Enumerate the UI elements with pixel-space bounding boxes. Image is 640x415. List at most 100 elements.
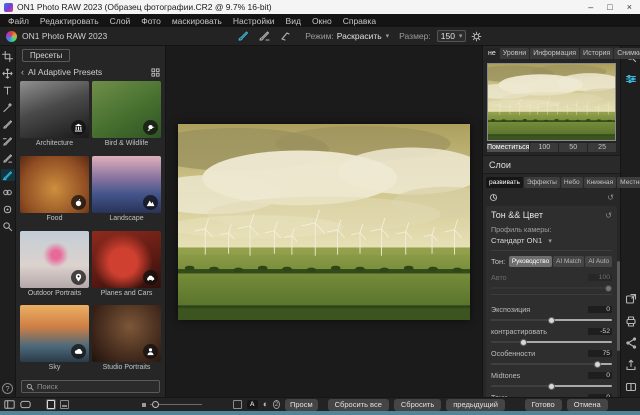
slider-value[interactable]: 0 <box>588 394 612 397</box>
preset-sky[interactable]: Sky <box>20 305 89 376</box>
tab-portrait[interactable]: Книжная <box>584 177 616 188</box>
grid-view-icon[interactable] <box>151 68 160 77</box>
zoom-tool-icon[interactable] <box>1 220 15 232</box>
split-preview-icon[interactable]: ◐ <box>263 400 268 409</box>
wand-tool-icon[interactable] <box>1 101 15 113</box>
navigator-preview[interactable] <box>487 63 616 141</box>
brush-size-field[interactable]: 150 ▾ <box>437 30 467 42</box>
tab-navigator[interactable]: не <box>485 48 499 59</box>
brush-tool-icon[interactable] <box>1 118 15 130</box>
reset-button[interactable]: Сбросить <box>394 399 441 411</box>
zoom-50-button[interactable]: 50 <box>559 143 587 152</box>
midtones-slider-track[interactable] <box>491 385 612 387</box>
menu-help[interactable]: Справка <box>343 16 376 26</box>
help-button[interactable]: ? <box>2 383 13 394</box>
close-button[interactable]: × <box>627 1 632 13</box>
preset-food[interactable]: Food <box>20 156 89 227</box>
tone-guided-button[interactable]: Руководство <box>509 256 552 267</box>
filmstrip-view-icon[interactable] <box>60 400 69 409</box>
refine-brush-icon[interactable] <box>256 30 271 43</box>
menu-file[interactable]: Файл <box>8 16 29 26</box>
export-window-icon[interactable] <box>624 292 638 305</box>
zoom-slider-knob[interactable] <box>152 401 159 408</box>
slider-knob[interactable] <box>605 285 612 292</box>
highlights-slider-track[interactable] <box>491 363 612 365</box>
dual-view-icon[interactable] <box>624 380 638 393</box>
tone-color-reset-icon[interactable]: ↺ <box>605 211 612 220</box>
healing-tool-icon[interactable] <box>1 203 15 215</box>
preset-planes-cars[interactable]: Planes and Cars <box>92 231 161 302</box>
preset-studio-portraits[interactable]: Studio Portraits <box>92 305 161 376</box>
chevron-down-icon[interactable]: ▾ <box>386 32 390 40</box>
gradient-brush-tool-icon[interactable] <box>1 152 15 164</box>
thumbnail-zoom-slider[interactable] <box>142 403 202 407</box>
zoom-25-button[interactable]: 25 <box>588 143 616 152</box>
compare-frame-icon[interactable] <box>233 400 242 409</box>
preset-bird-wildlife[interactable]: Bird & Wildlife <box>92 81 161 152</box>
tone-ai-auto-button[interactable]: AI Auto <box>585 256 612 267</box>
slider-value[interactable]: -52 <box>588 328 612 335</box>
auto-slider-track[interactable] <box>491 287 612 289</box>
menu-view[interactable]: Вид <box>286 16 301 26</box>
tab-develop[interactable]: развивать <box>486 177 523 188</box>
filmstrip-panel-toggle-icon[interactable] <box>20 400 31 410</box>
search-input[interactable] <box>37 382 155 391</box>
previous-button[interactable]: предыдущий <box>446 399 505 411</box>
zoom-100-button[interactable]: 100 <box>530 143 558 152</box>
chisel-tool-icon[interactable] <box>277 30 292 43</box>
text-tool-icon[interactable] <box>1 84 15 96</box>
masking-brush-tool-icon-active[interactable] <box>1 169 15 181</box>
menu-window[interactable]: Окно <box>312 16 332 26</box>
menu-mask[interactable]: маскировать <box>172 16 222 26</box>
slider-value[interactable]: 100 <box>588 274 612 281</box>
menu-photo[interactable]: Фото <box>141 16 161 26</box>
slider-knob[interactable] <box>594 361 601 368</box>
minimize-button[interactable]: – <box>588 1 593 13</box>
tab-snapshots[interactable]: Снимки <box>614 48 640 59</box>
cancel-button[interactable]: Отмена <box>567 399 608 411</box>
size-chevron-icon[interactable]: ▾ <box>459 32 463 40</box>
gear-icon[interactable] <box>469 30 484 43</box>
zoom-fit-button[interactable]: Поместиться <box>487 143 529 152</box>
contrast-slider-track[interactable] <box>491 341 612 343</box>
preview-button[interactable]: Просм <box>285 399 318 411</box>
panel-scrollbar[interactable] <box>617 261 620 351</box>
crop-tool-icon[interactable] <box>1 50 15 62</box>
tab-info[interactable]: Информация <box>530 48 579 59</box>
slider-value[interactable]: 0 <box>588 306 612 313</box>
slider-value[interactable]: 0 <box>588 372 612 379</box>
done-button[interactable]: Готово <box>525 399 562 411</box>
reset-section-icon[interactable]: ↺ <box>607 193 614 202</box>
canvas-area[interactable] <box>166 46 482 397</box>
tab-effects[interactable]: Эффекты <box>524 177 560 188</box>
tab-history[interactable]: История <box>580 48 613 59</box>
tone-color-title[interactable]: Тон && Цвет <box>491 210 543 220</box>
preset-architecture[interactable]: Architecture <box>20 81 89 152</box>
print-icon[interactable] <box>624 314 638 327</box>
clone-tool-icon[interactable] <box>1 186 15 198</box>
tab-levels[interactable]: Уровни <box>500 48 529 59</box>
single-view-icon[interactable] <box>47 400 56 409</box>
preset-outdoor-portraits[interactable]: Outdoor Portraits <box>20 231 89 302</box>
exposure-slider-track[interactable] <box>491 319 612 321</box>
tab-local[interactable]: Местный <box>617 177 640 188</box>
menu-layer[interactable]: Слой <box>110 16 131 26</box>
mask-brush-icon[interactable] <box>235 30 250 43</box>
mode-value[interactable]: Раскрасить <box>337 31 382 41</box>
menu-settings[interactable]: Настройки <box>233 16 275 26</box>
edit-module-icon-active[interactable] <box>624 72 638 85</box>
move-tool-icon[interactable] <box>1 67 15 79</box>
left-panel-toggle-icon[interactable] <box>4 400 15 410</box>
slider-knob[interactable] <box>520 339 527 346</box>
slider-value[interactable]: 75 <box>588 350 612 357</box>
maximize-button[interactable]: □ <box>607 1 612 13</box>
layers-panel-title[interactable]: Слои <box>483 155 620 174</box>
share-icon[interactable] <box>624 336 638 349</box>
back-chevron-icon[interactable]: ‹ <box>21 67 24 77</box>
slider-knob[interactable] <box>548 383 555 390</box>
camera-profile-select[interactable]: Стандарт ON1 ▾ <box>491 236 612 245</box>
profile-chevron-icon[interactable]: ▾ <box>548 238 552 245</box>
layer-options-icon[interactable] <box>489 193 498 202</box>
original-compare-icon[interactable]: A <box>247 400 258 409</box>
size-value[interactable]: 150 <box>441 31 455 41</box>
